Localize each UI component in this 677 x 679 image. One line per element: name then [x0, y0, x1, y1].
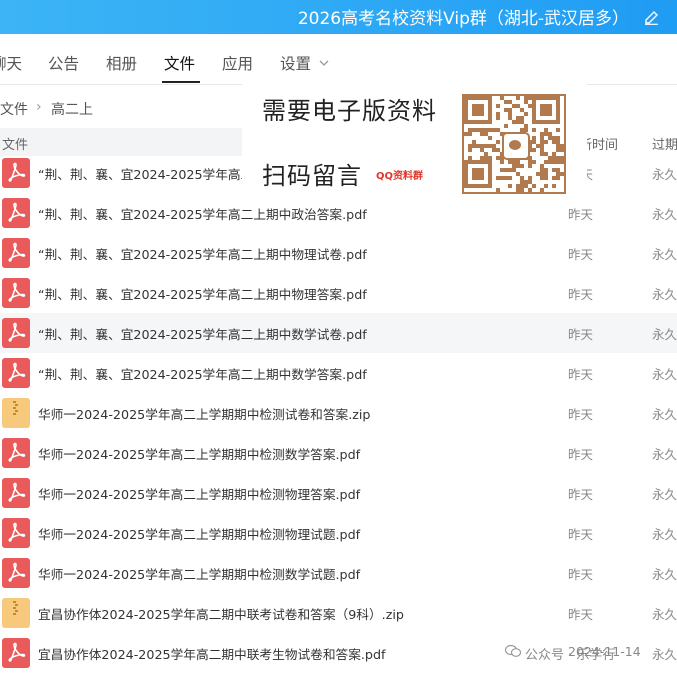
tab-settings[interactable]: 设置 — [280, 52, 311, 74]
table-row[interactable]: 华师一2024-2025学年高二上学期期中检测试卷和答案.zip 昨天 永久 — [0, 393, 677, 433]
tab-chat[interactable]: 聊天 — [0, 52, 22, 74]
promo-line-1: 需要电子版资料 — [262, 97, 437, 125]
qr-code-image — [462, 94, 566, 194]
file-name: “荆、荆、襄、宜2024-2025学年高二上期中数学试卷.pdf — [38, 327, 367, 342]
file-expiry: 永久 — [652, 287, 677, 302]
file-time: 昨天 — [568, 327, 594, 342]
file-time: 昨天 — [568, 407, 594, 422]
file-expiry: 永久 — [652, 207, 677, 222]
table-row[interactable]: 华师一2024-2025学年高二上学期期中检测数学答案.pdf 昨天 永久 — [0, 433, 677, 473]
file-time: 昨天 — [568, 607, 594, 622]
chat-bubble-icon — [505, 644, 521, 657]
table-row[interactable]: “荆、荆、襄、宜2024-2025学年高二上期中数学试卷.pdf 昨天 永久 — [0, 313, 677, 353]
table-row[interactable]: “荆、荆、襄、宜2024-2025学年高二上期中物理答案.pdf 昨天 永久 — [0, 273, 677, 313]
table-row[interactable]: 宜昌协作体2024-2025学年高二期中联考试卷和答案（9科）.zip 昨天 永… — [0, 593, 677, 633]
file-expiry: 永久 — [652, 567, 677, 582]
table-row[interactable]: 华师一2024-2025学年高二上学期期中检测物理答案.pdf 昨天 永久 — [0, 473, 677, 513]
file-time: 昨天 — [568, 527, 594, 542]
file-expiry: 永久 — [652, 487, 677, 502]
file-name: “荆、荆、襄、宜2024-2025学年高二上期中物理答案.pdf — [38, 287, 367, 302]
active-tab-underline — [162, 81, 200, 83]
file-expiry: 永久 — [652, 527, 677, 542]
tab-announcement[interactable]: 公告 — [48, 52, 79, 74]
file-time: 昨天 — [568, 247, 594, 262]
title-bar: 2026高考名校资料Vip群（湖北-武汉居多） — [0, 0, 677, 34]
tab-album[interactable]: 相册 — [106, 52, 137, 74]
file-name: 华师一2024-2025学年高二上学期期中检测数学答案.pdf — [38, 447, 361, 462]
table-row[interactable]: 华师一2024-2025学年高二上学期期中检测数学试题.pdf 昨天 永久 — [0, 553, 677, 593]
file-time: 昨天 — [568, 487, 594, 502]
zip-file-icon — [2, 598, 30, 628]
pdf-file-icon — [2, 518, 30, 548]
breadcrumb-separator: › — [36, 99, 42, 115]
pdf-file-icon — [2, 638, 30, 668]
table-row[interactable]: “荆、荆、襄、宜2024-2025学年高二上期中物理试卷.pdf 昨天 永久 — [0, 233, 677, 273]
pdf-file-icon — [2, 438, 30, 468]
file-name: “荆、荆、襄、宜2024-2025学年高二上期中数学答案.pdf — [38, 367, 367, 382]
pdf-file-icon — [2, 358, 30, 388]
tab-apps[interactable]: 应用 — [222, 52, 253, 74]
tab-bar: 聊天 公告 相册 文件 应用 设置 — [0, 34, 677, 85]
breadcrumb-current: 高二上 — [51, 102, 93, 118]
pdf-file-icon — [2, 318, 30, 348]
file-name: 宜昌协作体2024-2025学年高二期中联考试卷和答案（9科）.zip — [38, 607, 404, 622]
file-time: 昨天 — [568, 367, 594, 382]
pdf-file-icon — [2, 558, 30, 588]
header-name[interactable]: 文件 — [2, 134, 28, 153]
pdf-file-icon — [2, 198, 30, 228]
zip-file-icon — [2, 398, 30, 428]
file-name: 华师一2024-2025学年高二上学期期中检测试卷和答案.zip — [38, 407, 371, 422]
table-row[interactable]: 华师一2024-2025学年高二上学期期中检测物理试题.pdf 昨天 永久 — [0, 513, 677, 553]
edit-icon[interactable] — [643, 7, 659, 25]
chevron-down-icon[interactable] — [319, 59, 329, 67]
file-expiry: 永久 — [652, 647, 677, 662]
file-name: “荆、荆、襄、宜2024-2025学年高二上期中物理试卷.pdf — [38, 247, 367, 262]
file-expiry: 永久 — [652, 407, 677, 422]
promo-line-2: 扫码留言 — [262, 162, 362, 190]
table-row[interactable]: “荆、荆、襄、宜2024-2025学年高二上期中数学答案.pdf 昨天 永久 — [0, 353, 677, 393]
pdf-file-icon — [2, 238, 30, 268]
table-row[interactable]: “荆、荆、襄、宜2024-2025学年高二上期中政治答案.pdf 昨天 永久 — [0, 193, 677, 233]
file-name: 宜昌协作体2024-2025学年高二期中联考生物试卷和答案.pdf — [38, 647, 386, 662]
promo-overlay: 需要电子版资料 扫码留言 QQ资料群 — [242, 82, 587, 199]
file-time: 昨天 — [568, 287, 594, 302]
group-title: 2026高考名校资料Vip群（湖北-武汉居多） — [297, 9, 629, 29]
pdf-file-icon — [2, 158, 30, 188]
wechat-icon — [502, 132, 530, 160]
file-expiry: 永久 — [652, 367, 677, 382]
pdf-file-icon — [2, 278, 30, 308]
file-name: 华师一2024-2025学年高二上学期期中检测物理答案.pdf — [38, 487, 361, 502]
file-expiry: 永久 — [652, 247, 677, 262]
file-name: 华师一2024-2025学年高二上学期期中检测数学试题.pdf — [38, 567, 361, 582]
file-time: 昨天 — [568, 207, 594, 222]
file-expiry: 永久 — [652, 167, 677, 182]
promo-tag: QQ资料群 — [376, 171, 424, 182]
tab-files[interactable]: 文件 — [164, 52, 195, 74]
watermark-text: 公众号 · 乐学行 — [525, 648, 616, 663]
pdf-file-icon — [2, 478, 30, 508]
header-expiry[interactable]: 过期 — [652, 134, 677, 153]
file-name: “荆、荆、襄、宜2024-2025学年高二上期中政治答案.pdf — [38, 207, 367, 222]
file-expiry: 永久 — [652, 607, 677, 622]
file-expiry: 永久 — [652, 327, 677, 342]
file-expiry: 永久 — [652, 447, 677, 462]
file-name: 华师一2024-2025学年高二上学期期中检测物理试题.pdf — [38, 527, 361, 542]
file-time: 昨天 — [568, 447, 594, 462]
file-time: 昨天 — [568, 567, 594, 582]
breadcrumb-root[interactable]: 群文件 — [0, 99, 28, 119]
